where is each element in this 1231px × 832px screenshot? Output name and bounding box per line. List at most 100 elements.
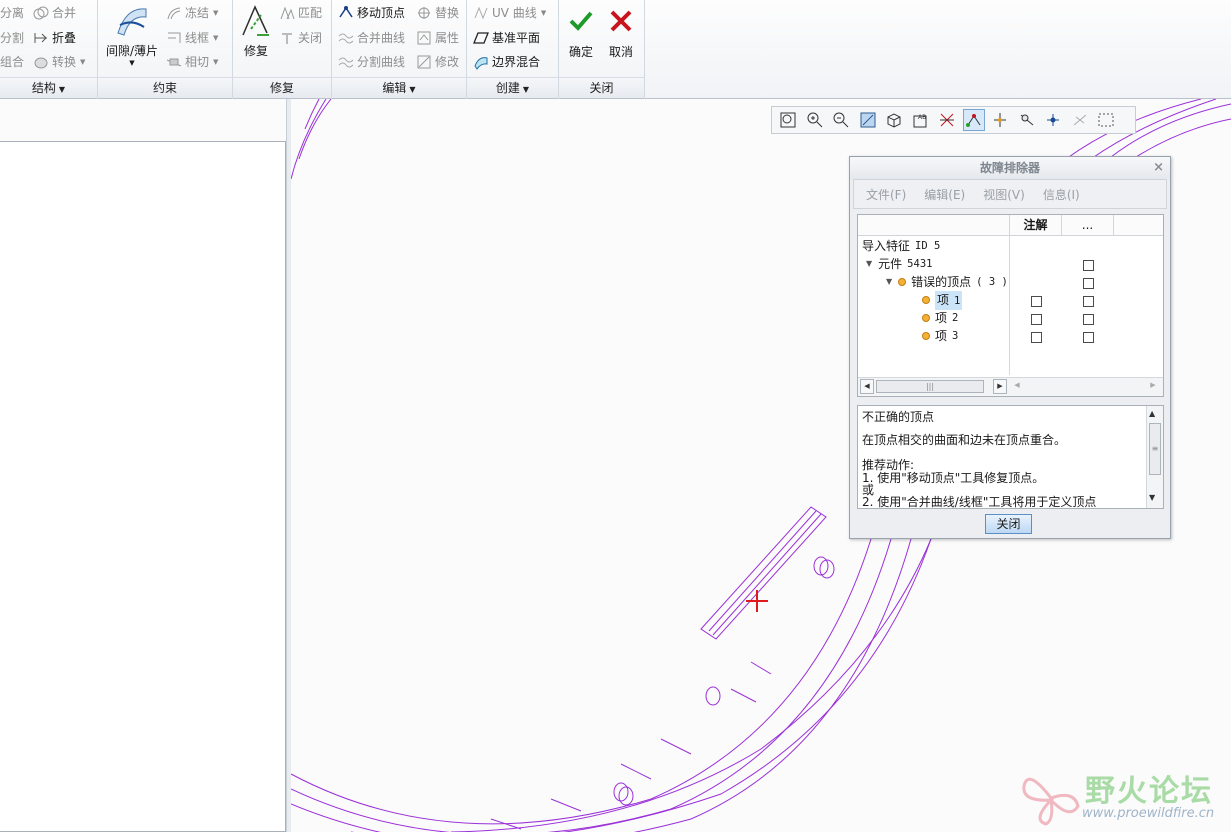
properties-icon (416, 30, 432, 46)
tree-row-item-1[interactable]: 项1 (922, 290, 963, 310)
close-repair-button[interactable]: 关闭 (279, 28, 322, 48)
csys-display-button[interactable] (1042, 109, 1064, 131)
group-label-create[interactable]: 创建 ▼ (467, 77, 558, 98)
datum-display-button[interactable] (936, 109, 958, 131)
point-display-button[interactable] (1016, 109, 1038, 131)
modify-button[interactable]: 修改 (416, 52, 459, 72)
menu-edit[interactable]: 编辑(E) (924, 186, 965, 203)
menu-file[interactable]: 文件(F) (866, 186, 906, 203)
row-id: 3 (952, 330, 959, 342)
gap-sheet-button[interactable]: 间隙/薄片 ▼ (103, 3, 161, 67)
dialog-titlebar[interactable]: 故障排除器 × (850, 157, 1170, 179)
checkbox-more-component[interactable] (1083, 260, 1094, 271)
row-id: ID 5 (915, 240, 941, 252)
convert-icon (33, 54, 49, 70)
scroll-right-icon[interactable]: ▶ (993, 379, 1007, 394)
merge-curves-icon (338, 30, 354, 46)
tangent-button[interactable]: 相切 ▼ (166, 52, 218, 72)
message-description: 在顶点相交的曲面和边未在顶点重合。 (862, 433, 1067, 447)
scroll-left-icon[interactable]: ◀ (860, 379, 874, 394)
horizontal-scrollbar[interactable]: ◀ ||| ▶ ◀ ▶ (858, 377, 1163, 396)
scroll-thumb[interactable]: ||| (876, 380, 984, 393)
wireframe-button[interactable]: 线框 ▼ (166, 28, 218, 48)
split-button[interactable]: 分割 (0, 28, 24, 48)
merge-curves-button[interactable]: 合并曲线 (338, 28, 405, 48)
fold-label: 折叠 (52, 31, 77, 45)
datum-plane-button[interactable]: 基准平面 (473, 28, 540, 48)
axis-display-button[interactable] (989, 109, 1011, 131)
move-vertex-button[interactable]: 移动顶点 (338, 3, 405, 23)
vertex-display-button[interactable] (962, 109, 985, 131)
scroll-down-icon[interactable]: ▼ (1149, 493, 1155, 502)
separate-button[interactable]: 分离 (0, 3, 24, 23)
point-display-icon (1020, 114, 1033, 126)
column-more[interactable]: ... (1061, 215, 1113, 236)
menu-info[interactable]: 信息(I) (1043, 186, 1080, 203)
dialog-close-button[interactable]: 关闭 (985, 514, 1032, 534)
zoom-in-icon (807, 112, 822, 128)
row-label: 项 (937, 292, 950, 307)
match-label: 匹配 (298, 6, 323, 20)
scroll-thumb[interactable]: ≡ (1149, 423, 1161, 475)
column-note[interactable]: 注解 (1009, 215, 1061, 236)
close-icon[interactable]: × (1153, 157, 1164, 179)
tree-header: 注解 ... (858, 215, 1163, 236)
tree-row-bad-vertex[interactable]: ▼ 错误的顶点 ( 3 ) (886, 273, 1008, 291)
checkbox-more-item-1[interactable] (1083, 296, 1094, 307)
menu-view[interactable]: 视图(V) (983, 186, 1025, 203)
refit-icon (780, 112, 796, 128)
repaint-button[interactable] (857, 109, 879, 131)
vertical-scrollbar[interactable]: ▲ ≡ ▼ (1146, 406, 1163, 508)
svg-text:AB: AB (918, 114, 926, 121)
combine-button[interactable]: 组合 (0, 52, 24, 72)
group-label-edit[interactable]: 编辑 ▼ (332, 77, 466, 98)
replace-button[interactable]: 替换 (416, 3, 459, 23)
saved-views-icon: AB (913, 114, 926, 128)
match-button[interactable]: 匹配 (279, 3, 322, 23)
refit-button[interactable] (777, 109, 799, 131)
group-label-structure[interactable]: 结构 ▼ (0, 77, 97, 98)
merge-curves-label: 合并曲线 (357, 31, 406, 45)
scroll-right-icon[interactable]: ▶ (1146, 379, 1160, 394)
fold-button[interactable]: 折叠 (33, 28, 76, 48)
gap-sheet-icon (114, 3, 150, 39)
repair-button[interactable]: 修复 (237, 3, 275, 59)
checkbox-more-bad-vertex[interactable] (1083, 278, 1094, 289)
checkbox-note-item-3[interactable] (1031, 332, 1042, 343)
watermark-url: www.proewildfire.cn (1082, 806, 1215, 821)
group-create: UV 曲线 ▼ 基准平面 边界混合 创建 ▼ (467, 0, 559, 99)
scroll-up-icon[interactable]: ▲ (1149, 409, 1155, 418)
split-curves-button[interactable]: 分割曲线 (338, 52, 405, 72)
scroll-left-icon[interactable]: ◀ (1010, 379, 1024, 394)
saved-views-button[interactable]: AB (910, 109, 932, 131)
box-select-button[interactable] (1095, 109, 1117, 131)
tree-row-item-2[interactable]: 项2 (922, 309, 958, 327)
cancel-button[interactable]: 取消 (605, 8, 637, 60)
zoom-in-button[interactable] (804, 109, 826, 131)
uv-curve-button[interactable]: UV 曲线 ▼ (473, 3, 546, 23)
freeze-button[interactable]: 冻结 ▼ (166, 3, 218, 23)
display-style-button[interactable] (883, 109, 905, 131)
chevron-down-icon: ▼ (540, 9, 547, 17)
row-label: 项 (935, 311, 948, 325)
expand-triangle-icon[interactable]: ▼ (866, 255, 872, 273)
expand-triangle-icon[interactable]: ▼ (886, 273, 892, 291)
tree-row-import-feature[interactable]: 导入特征 ID 5 (862, 237, 940, 255)
group-close: 确定 取消 关闭 (559, 0, 645, 99)
boundary-blend-button[interactable]: 边界混合 (473, 52, 540, 72)
tree-row-component[interactable]: ▼ 元件 5431 (866, 255, 932, 273)
model-tree-panel[interactable] (0, 141, 286, 832)
ok-button[interactable]: 确定 (565, 8, 597, 60)
butterfly-logo-icon (1022, 777, 1080, 826)
annotation-display-button[interactable] (1069, 109, 1091, 131)
checkbox-more-item-3[interactable] (1083, 332, 1094, 343)
zoom-out-button[interactable] (830, 109, 852, 131)
properties-label: 属性 (435, 31, 460, 45)
tree-row-item-3[interactable]: 项3 (922, 327, 958, 345)
convert-button[interactable]: 转换 ▼ (33, 52, 85, 72)
checkbox-note-item-2[interactable] (1031, 314, 1042, 325)
properties-button[interactable]: 属性 (416, 28, 459, 48)
checkbox-note-item-1[interactable] (1031, 296, 1042, 307)
checkbox-more-item-2[interactable] (1083, 314, 1094, 325)
merge-button[interactable]: 合并 (33, 3, 76, 23)
